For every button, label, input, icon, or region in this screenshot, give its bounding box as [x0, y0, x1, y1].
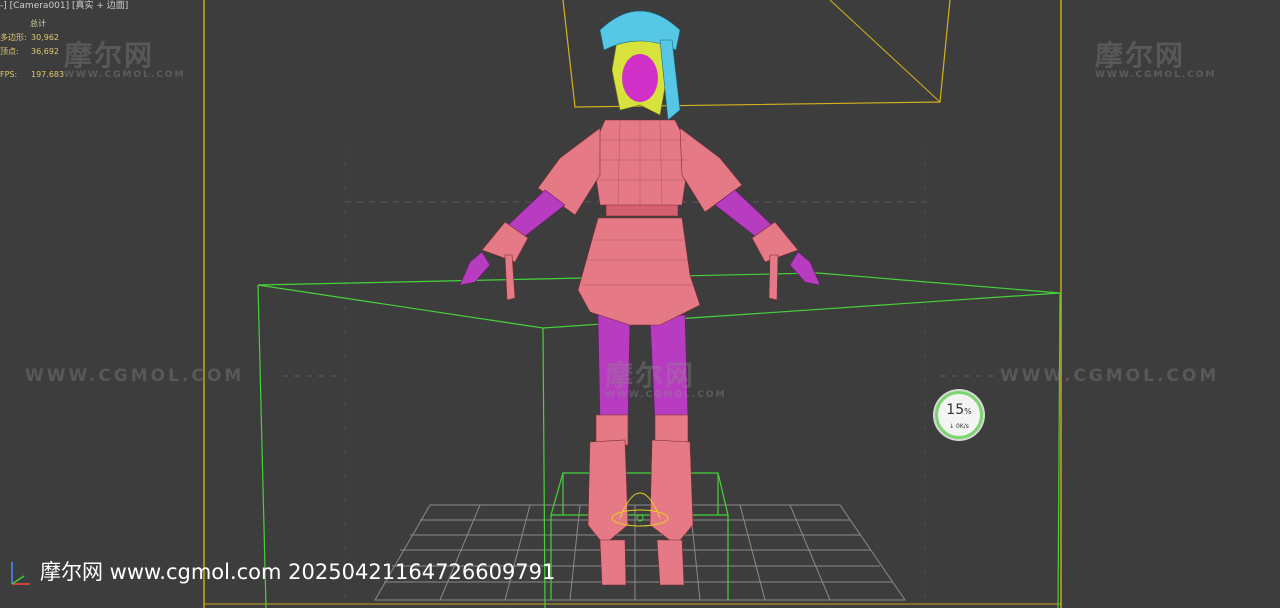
network-speed: ↓ 0K/s: [949, 423, 969, 430]
watermark-logo-left: 摩尔网 WWW.CGMOL.COM: [64, 34, 185, 80]
viewport-label[interactable]: -] [Camera001] [真实 + 边面]: [0, 0, 128, 11]
watermark-logo-text: 摩尔网: [605, 359, 696, 392]
stats-fps-value: 197.683: [31, 70, 65, 79]
watermark-logo-sub: WWW.CGMOL.COM: [605, 390, 727, 400]
network-speed-widget[interactable]: 15% ↓ 0K/s: [935, 391, 983, 439]
watermark-logo-sub: WWW.CGMOL.COM: [1095, 70, 1217, 80]
watermark-logo-right: 摩尔网 WWW.CGMOL.COM: [1095, 34, 1216, 80]
viewport[interactable]: -] [Camera001] [真实 + 边面] 总计 多边形: 30,962 顶…: [0, 0, 1280, 608]
stats-fps-label: FPS:: [0, 70, 18, 79]
network-percent: 15%: [938, 402, 980, 418]
percent-value: 15: [946, 402, 965, 418]
watermark-url-left: WWW.CGMOL.COM: [25, 366, 245, 386]
watermark-logo-sub: WWW.CGMOL.COM: [64, 70, 186, 80]
stats-polys-label: 多边形:: [0, 33, 27, 42]
stats-header: 总计: [30, 19, 46, 28]
stats-polys-row: 多边形: 30,962: [0, 32, 59, 43]
world-axis-icon: [11, 562, 30, 585]
watermark-logo-center: 摩尔网 WWW.CGMOL.COM: [605, 354, 726, 400]
watermark-logo-text: 摩尔网: [64, 39, 155, 72]
bounding-box-small: [550, 472, 729, 600]
stats-fps-row: FPS: 197.683: [0, 70, 64, 79]
stats-verts-value: 36,692: [31, 47, 59, 56]
watermark-logo-text: 摩尔网: [1095, 39, 1186, 72]
stats-verts-row: 顶点: 36,692: [0, 46, 59, 57]
character-mesh: [459, 10, 821, 586]
stats-verts-label: 顶点:: [0, 47, 19, 56]
stats-polys-value: 30,962: [31, 33, 59, 42]
watermark-url-right: WWW.CGMOL.COM: [1000, 366, 1220, 386]
footer-watermark: 摩尔网 www.cgmol.com 20250421164726609791: [40, 560, 556, 584]
scene-canvas[interactable]: [0, 0, 1280, 608]
percent-unit: %: [964, 407, 972, 416]
